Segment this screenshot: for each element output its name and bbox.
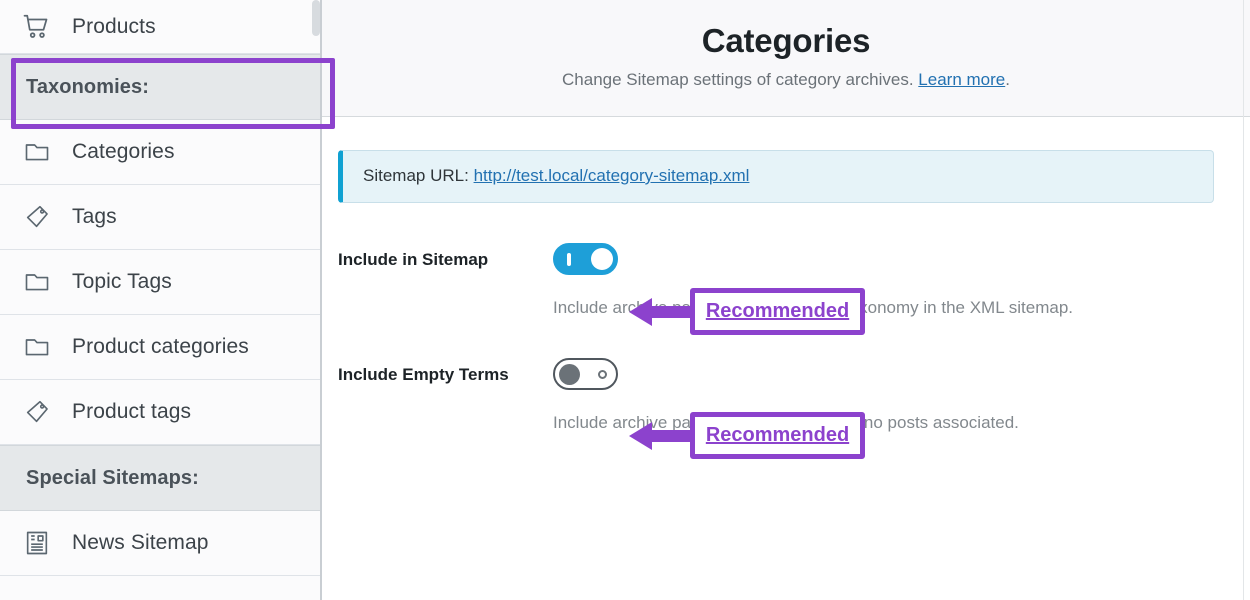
sidebar-item-label: Categories	[72, 140, 175, 163]
sidebar-item-product-categories[interactable]: Product categories	[0, 315, 321, 380]
folder-icon	[20, 135, 54, 169]
toggle-knob	[591, 248, 613, 270]
setting-label: Include in Sitemap	[338, 250, 489, 269]
sidebar-heading-taxonomies: Taxonomies:	[0, 54, 321, 120]
annotation-label: Recommended	[705, 424, 850, 446]
setting-control: Include archive pages of terms that have…	[553, 358, 1214, 433]
page-subtitle: Change Sitemap settings of category arch…	[322, 70, 1250, 90]
app-screen: Products Taxonomies: Categories Tags Top…	[0, 0, 1250, 600]
sitemap-url-link[interactable]: http://test.local/category-sitemap.xml	[474, 166, 750, 185]
sidebar-item-products[interactable]: Products	[0, 0, 321, 54]
cart-icon	[20, 10, 54, 44]
include-in-sitemap-toggle[interactable]	[553, 243, 618, 275]
toggle-knob	[559, 363, 580, 385]
setting-description: Include archive pages of terms that have…	[553, 413, 1019, 432]
sidebar-item-categories[interactable]: Categories	[0, 120, 321, 185]
sidebar-item-product-tags[interactable]: Product tags	[0, 380, 321, 445]
setting-description: Include archive pages for terms of this …	[553, 298, 1074, 317]
sidebar: Products Taxonomies: Categories Tags Top…	[0, 0, 322, 600]
sidebar-item-tags[interactable]: Tags	[0, 185, 321, 250]
sidebar-item-label: News Sitemap	[72, 531, 209, 554]
folder-icon	[20, 265, 54, 299]
page-subtitle-period: .	[1005, 70, 1010, 89]
sitemap-url-text: Sitemap URL: http://test.local/category-…	[363, 166, 749, 185]
toggle-on-mark-icon	[567, 252, 571, 266]
sidebar-heading-label: Special Sitemaps:	[26, 466, 199, 489]
sidebar-heading-special-sitemaps: Special Sitemaps:	[0, 445, 321, 511]
annotation-label: Recommended	[705, 300, 850, 322]
sitemap-url-label: Sitemap URL:	[363, 166, 469, 185]
include-empty-terms-toggle[interactable]	[553, 358, 618, 390]
setting-label: Include Empty Terms	[338, 365, 509, 384]
sidebar-item-label: Tags	[72, 205, 117, 228]
sidebar-item-label: Product categories	[72, 335, 249, 358]
newspaper-icon	[20, 526, 54, 560]
page-title: Categories	[701, 22, 871, 59]
sidebar-scrollbar[interactable]	[312, 0, 320, 36]
panel-header: Categories Change Sitemap settings of ca…	[322, 0, 1250, 117]
sidebar-item-topic-tags[interactable]: Topic Tags	[0, 250, 321, 315]
sidebar-item-label: Product tags	[72, 400, 192, 423]
sidebar-item-label: Topic Tags	[72, 270, 172, 293]
learn-more-link[interactable]: Learn more	[918, 70, 1005, 89]
toggle-off-mark-icon	[598, 369, 607, 379]
panel-body: Sitemap URL: http://test.local/category-…	[322, 117, 1250, 433]
page-subtitle-text: Change Sitemap settings of category arch…	[562, 70, 914, 89]
sitemap-url-notice: Sitemap URL: http://test.local/category-…	[338, 150, 1214, 203]
panel-right-edge	[1243, 0, 1244, 600]
sidebar-item-label: Products	[72, 14, 156, 38]
annotation-box-include-in-sitemap: Recommended	[690, 288, 865, 335]
sidebar-item-news-sitemap[interactable]: News Sitemap	[0, 511, 321, 576]
annotation-box-include-empty-terms: Recommended	[690, 412, 865, 459]
setting-control: Include archive pages for terms of this …	[553, 243, 1214, 318]
sidebar-divider	[320, 0, 321, 600]
folder-icon	[20, 330, 54, 364]
sidebar-heading-label: Taxonomies:	[26, 75, 149, 98]
tag-icon	[20, 395, 54, 429]
tag-icon	[20, 200, 54, 234]
